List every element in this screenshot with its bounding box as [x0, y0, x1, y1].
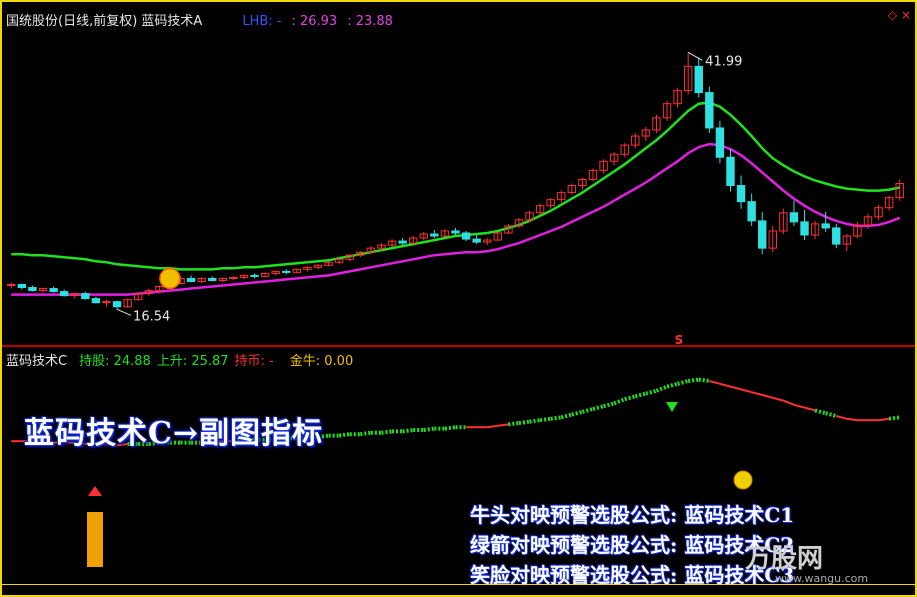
indicator-segment	[338, 432, 350, 438]
watermark-logo: 万股网	[745, 544, 824, 574]
indicator-segment	[508, 421, 520, 427]
indicator-segment	[402, 428, 414, 434]
indicator-segment	[677, 379, 689, 386]
indicator-segment	[592, 404, 605, 411]
indicator-segment	[740, 388, 752, 394]
indicator-segment	[518, 419, 530, 425]
indicator-title-banner: 蓝码技术C→副图指标	[24, 416, 324, 451]
smiley-face-icon	[733, 470, 753, 490]
indicator-segment	[666, 381, 679, 389]
indicator-segment	[719, 382, 731, 388]
indicator-segment	[655, 384, 668, 393]
indicator-segment	[698, 377, 710, 383]
indicator-segment	[645, 388, 657, 396]
indicator-segment	[581, 407, 594, 414]
buy-arrow-icon	[88, 486, 102, 496]
indicator-segment	[497, 423, 509, 427]
indicator-segment	[624, 394, 636, 402]
hold-bar-icon	[87, 512, 103, 567]
indicator-segment	[804, 406, 816, 412]
bottom-border	[2, 584, 915, 585]
indicator-segment	[423, 426, 435, 432]
indicator-segment	[634, 391, 647, 399]
indicator-segment	[560, 412, 573, 420]
indicator-segment	[487, 424, 498, 429]
indicator-segment	[793, 403, 805, 409]
indicator-segment	[783, 399, 795, 406]
indicator-segment	[529, 418, 541, 424]
indicator-segment	[825, 411, 837, 418]
indicator-segment	[603, 401, 615, 409]
indicator-segment	[687, 377, 700, 383]
indicator-segment	[888, 415, 900, 421]
indicator-segment	[539, 416, 551, 423]
indicator-segment	[835, 415, 848, 420]
indicator-segment	[444, 425, 456, 431]
indicator-segment	[381, 429, 393, 435]
indicator-segment	[814, 408, 827, 416]
formula-line-2: 绿箭对映预警选股公式: 蓝码技术C2	[470, 533, 795, 557]
indicator-segment	[360, 430, 372, 437]
indicator-segment	[846, 417, 858, 422]
green-arrow-icon	[666, 402, 678, 412]
indicator-segment	[751, 391, 763, 396]
formula-line-1: 牛头对映预警选股公式: 蓝码技术C1	[470, 503, 795, 527]
indicator-segment	[878, 417, 890, 422]
indicator-segment	[550, 415, 562, 421]
indicator-segment	[772, 396, 784, 402]
indicator-segment	[730, 385, 742, 391]
indicator-segment	[571, 409, 583, 417]
indicator-segment	[761, 394, 774, 399]
indicator-segment	[613, 397, 626, 406]
indicator-segment	[709, 380, 721, 385]
